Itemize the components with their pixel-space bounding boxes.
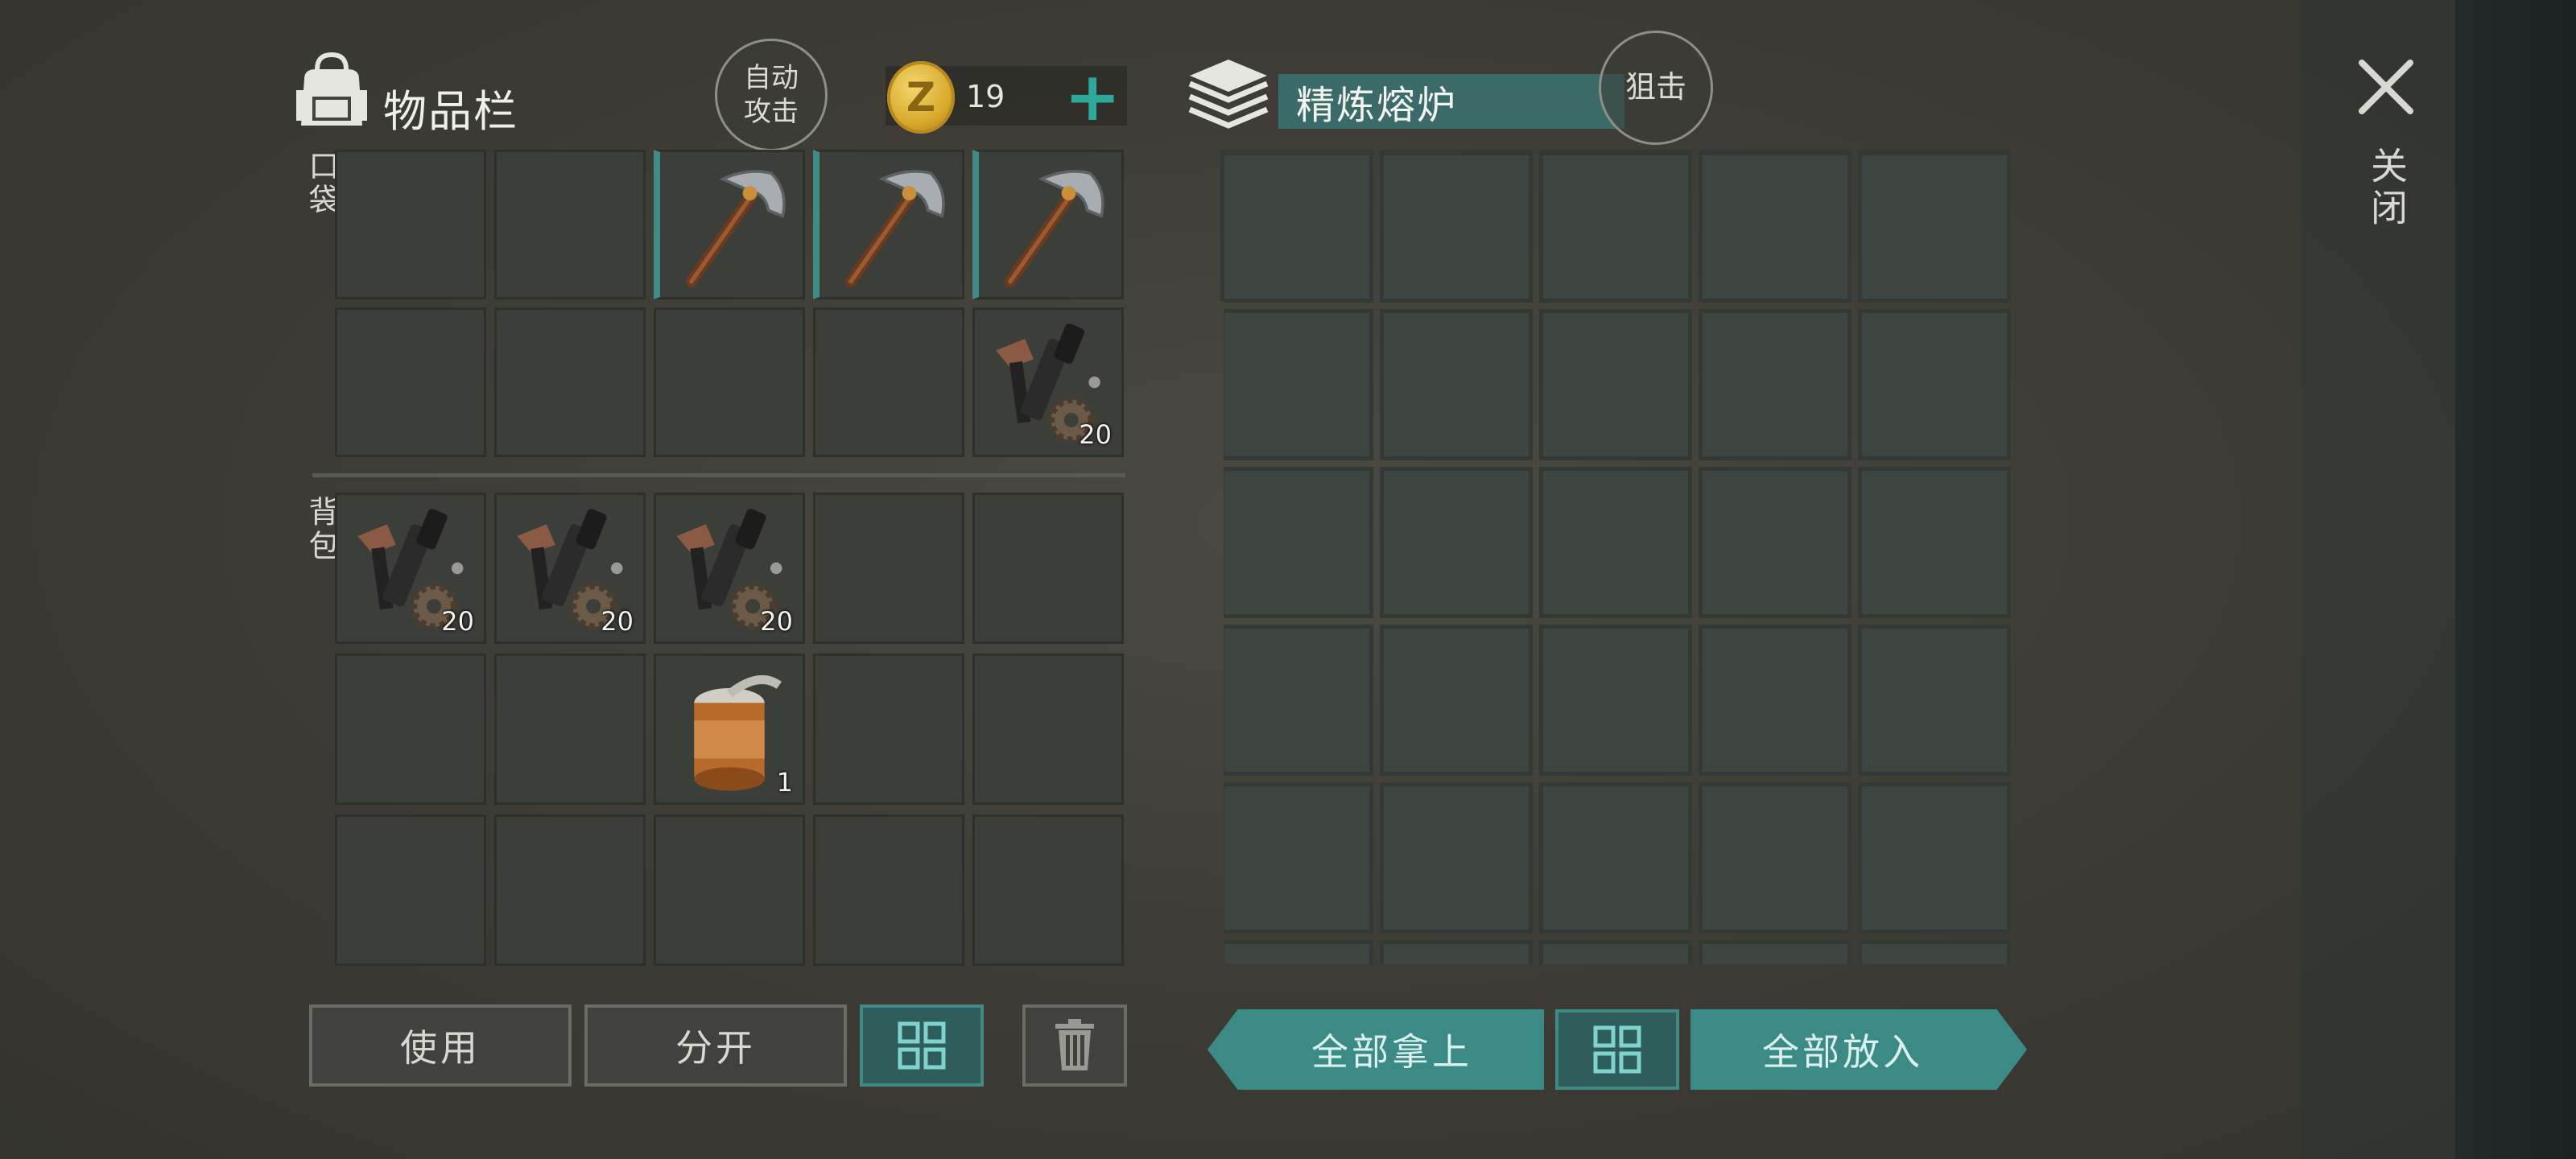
item-quantity: 1 [776,767,793,798]
add-coins-button[interactable]: + [1064,63,1121,130]
empty-slot[interactable] [1539,309,1692,460]
grid-icon [898,1021,946,1070]
empty-slot[interactable] [335,150,486,299]
backpack-grid: 20 20 20 1 [335,493,1124,966]
empty-slot[interactable] [335,654,486,805]
close-label[interactable]: 关闭 [2360,146,2413,230]
sort-inventory-button[interactable] [860,1004,984,1087]
empty-slot[interactable] [1699,782,1852,934]
furnace-name-field[interactable]: 精炼熔炉 [1278,74,1624,129]
put-all-label: 全部放入 [1762,1030,1923,1074]
empty-slot[interactable] [335,815,486,966]
storage-icon [1188,60,1269,129]
item-slot-can[interactable]: 1 [654,654,805,805]
empty-slot[interactable] [1858,625,2011,776]
pocket-grid: 20 [335,150,1124,457]
empty-slot[interactable] [813,307,964,457]
empty-slot[interactable] [1858,940,2011,964]
pickaxe-icon [685,170,786,287]
empty-slot[interactable] [1539,782,1692,934]
item-slot-parts[interactable]: 20 [972,307,1124,457]
empty-slot[interactable] [1224,940,1373,964]
inventory-title: 物品栏 [383,86,518,137]
empty-slot[interactable] [494,815,646,966]
auto-attack-button[interactable]: 自动攻击 [715,39,828,151]
empty-slot[interactable] [1380,151,1533,303]
empty-slot[interactable] [1539,467,1692,618]
empty-slot[interactable] [654,815,805,966]
empty-slot[interactable] [1380,625,1533,776]
snipe-button[interactable]: 狙击 [1599,31,1713,145]
empty-slot[interactable] [335,307,486,457]
trash-button[interactable] [1022,1004,1127,1087]
empty-slot[interactable] [1224,782,1373,934]
empty-slot[interactable] [494,654,646,805]
close-icon[interactable] [2355,56,2417,118]
item-slot-pickaxe[interactable] [813,150,964,299]
item-quantity: 20 [760,606,793,637]
use-button[interactable]: 使用 [309,1004,572,1087]
empty-slot[interactable] [1858,151,2011,303]
screen-edge [2455,0,2576,1159]
pickaxe-icon [1004,170,1104,287]
empty-slot[interactable] [1858,782,2011,934]
empty-slot[interactable] [972,815,1124,966]
coin-count: 19 [966,79,1005,114]
grid-icon [1593,1025,1641,1074]
empty-slot[interactable] [494,150,646,299]
divider [312,473,1125,477]
trash-icon [1055,1019,1094,1070]
empty-slot[interactable] [1858,309,2011,460]
take-all-label: 全部拿上 [1311,1030,1472,1074]
empty-slot[interactable] [1699,625,1852,776]
item-quantity: 20 [601,606,634,637]
empty-slot[interactable] [1539,625,1692,776]
empty-slot[interactable] [813,815,964,966]
empty-slot[interactable] [1380,467,1533,618]
empty-slot[interactable] [1380,782,1533,934]
empty-slot[interactable] [1224,625,1373,776]
item-quantity: 20 [441,606,474,637]
empty-slot[interactable] [813,654,964,805]
empty-slot[interactable] [1858,467,2011,618]
item-slot-pickaxe[interactable] [654,150,805,299]
sort-furnace-button[interactable] [1555,1009,1679,1090]
empty-slot[interactable] [1380,940,1533,964]
empty-slot[interactable] [1224,467,1373,618]
item-slot-pickaxe[interactable] [972,150,1124,299]
empty-slot[interactable] [1224,309,1373,460]
empty-slot[interactable] [1539,940,1692,964]
item-slot-parts[interactable]: 20 [494,493,646,644]
empty-slot[interactable] [1699,467,1852,618]
empty-slot[interactable] [494,307,646,457]
empty-slot[interactable] [1539,151,1692,303]
empty-slot[interactable] [972,493,1124,644]
pickaxe-icon [844,170,945,287]
empty-slot[interactable] [1699,151,1852,303]
empty-slot[interactable] [1224,151,1373,303]
empty-slot[interactable] [1699,309,1852,460]
furnace-scroll-area[interactable] [1224,151,2021,964]
empty-slot[interactable] [813,493,964,644]
item-slot-parts[interactable]: 20 [335,493,486,644]
put-all-button[interactable]: 全部放入 [1690,1009,2027,1090]
item-slot-parts[interactable]: 20 [654,493,805,644]
empty-slot[interactable] [654,307,805,457]
item-quantity: 20 [1079,419,1112,450]
backpack-icon [296,52,367,126]
empty-slot[interactable] [972,654,1124,805]
empty-slot[interactable] [1699,940,1852,964]
split-button[interactable]: 分开 [584,1004,847,1087]
empty-slot[interactable] [1380,309,1533,460]
take-all-button[interactable]: 全部拿上 [1208,1009,1544,1090]
